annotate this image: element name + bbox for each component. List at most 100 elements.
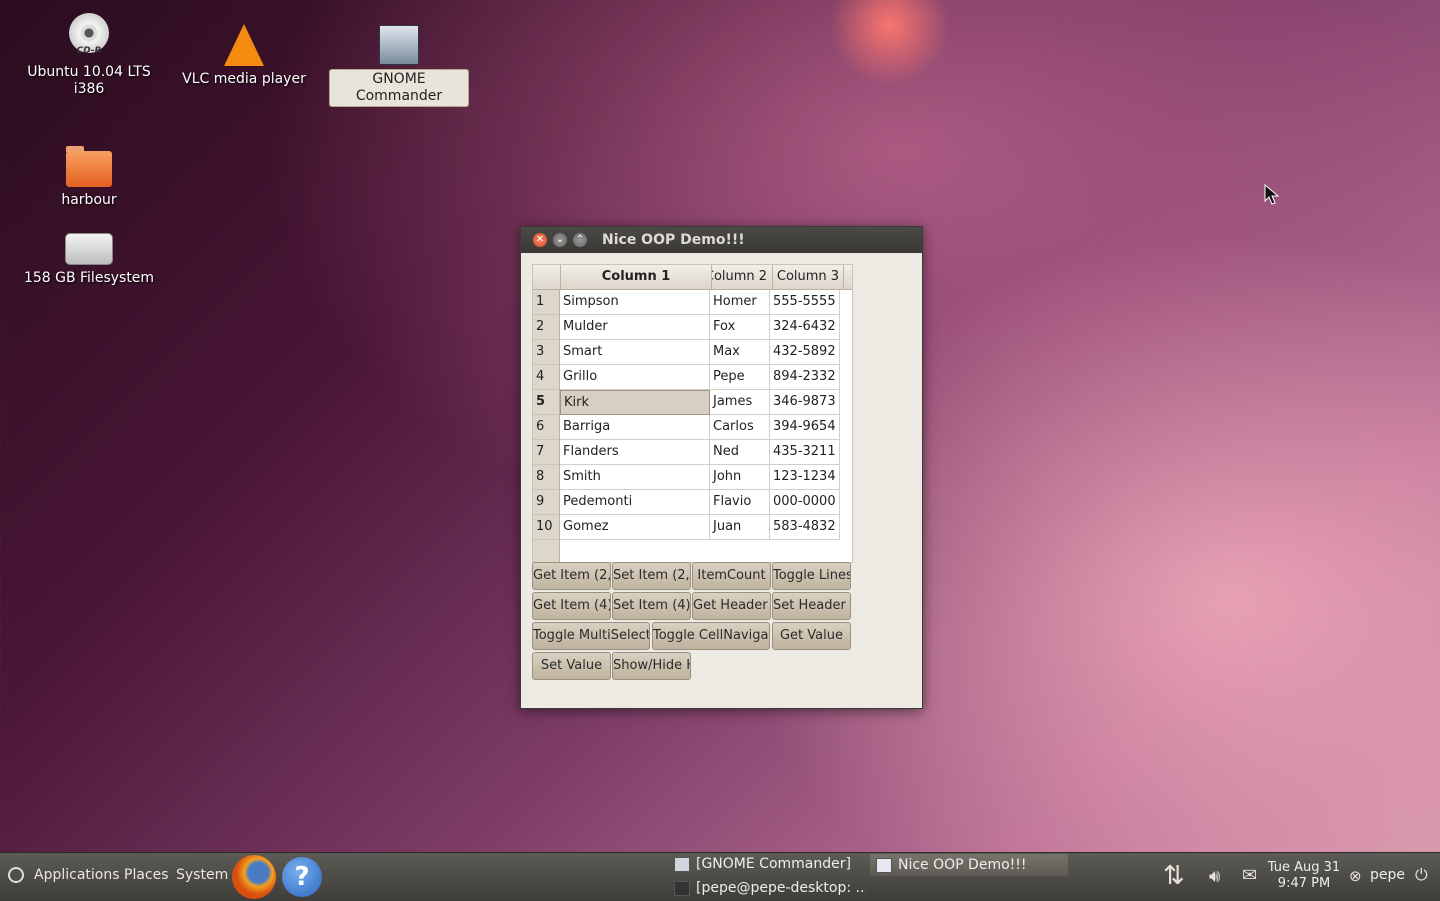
cell-column-2[interactable]: Homer (710, 290, 770, 315)
cell-column-2[interactable]: Pepe (710, 365, 770, 390)
set-value-button[interactable]: Set Value (532, 652, 611, 680)
cell-column-3[interactable]: 394-9654 (770, 415, 840, 440)
cell-column-2[interactable]: Flavio (710, 490, 770, 515)
table-row[interactable]: 9 Pedemonti Flavio 000-0000 (533, 490, 852, 515)
cell-column-3[interactable]: 123-1234 (770, 465, 840, 490)
toggle-cell-navigation-button[interactable]: Toggle CellNavigation (652, 622, 770, 650)
window-titlebar[interactable]: ✕ ⌄ ⌃ Nice OOP Demo!!! (521, 227, 922, 253)
vlc-cone-icon (224, 24, 264, 66)
cell-column-3[interactable]: 432-5892 (770, 340, 840, 365)
maximize-icon[interactable]: ⌃ (573, 233, 587, 247)
row-number: 8 (533, 465, 560, 490)
cell-column-3[interactable]: 435-3211 (770, 440, 840, 465)
cell-column-3[interactable]: 000-0000 (770, 490, 840, 515)
row-number: 5 (533, 390, 560, 415)
close-icon[interactable]: ✕ (533, 233, 547, 247)
window-title: Nice OOP Demo!!! (602, 232, 745, 248)
column-header-3[interactable]: Column 3 (773, 265, 844, 289)
cell-column-3[interactable]: 894-2332 (770, 365, 840, 390)
table-row[interactable]: 7 Flanders Ned 435-3211 (533, 440, 852, 465)
cell-column-3[interactable]: 555-5555 (770, 290, 840, 315)
menu-system[interactable]: System (176, 867, 228, 883)
user-name[interactable]: pepe (1370, 867, 1405, 883)
column-header-1[interactable]: Column 1 (561, 265, 712, 289)
firefox-icon[interactable] (232, 855, 276, 899)
column-header-2[interactable]: Column 2 (712, 265, 773, 289)
cell-column-1[interactable]: Flanders (560, 440, 710, 465)
get-value-button[interactable]: Get Value (772, 622, 851, 650)
power-icon[interactable]: ⏻ (1415, 865, 1428, 885)
cell-column-1[interactable]: Smart (560, 340, 710, 365)
show-hide-header-button[interactable]: Show/Hide Header (612, 652, 691, 680)
desktop-icon-vlc[interactable]: VLC media player (174, 24, 314, 89)
get-item-2-2-button[interactable]: Get Item (2,2 (532, 562, 611, 590)
volume-icon[interactable]: 🔊︎ (1209, 866, 1220, 887)
desktop-icon-harbour[interactable]: harbour (19, 146, 159, 210)
cell-column-1[interactable]: Pedemonti (560, 490, 710, 515)
table-row[interactable]: 8 Smith John 123-1234 (533, 465, 852, 490)
get-item-4-button[interactable]: Get Item (4) (532, 592, 611, 620)
demo-window: ✕ ⌄ ⌃ Nice OOP Demo!!! Column 1 Column 2… (520, 226, 923, 709)
set-item-2-2-button[interactable]: Set Item (2,2 (612, 562, 691, 590)
minimize-icon[interactable]: ⌄ (553, 233, 567, 247)
desktop-icon-label: Ubuntu 10.04 LTS i386 (27, 64, 151, 97)
task-nice-oop-demo[interactable]: Nice OOP Demo!!! (870, 854, 1068, 876)
cell-column-1[interactable]: Barriga (560, 415, 710, 440)
toggle-multiselect-button[interactable]: Toggle MultiSelect (532, 622, 650, 650)
cell-column-2[interactable]: Carlos (710, 415, 770, 440)
menu-places[interactable]: Places (124, 867, 169, 883)
table-row[interactable]: 3 Smart Max 432-5892 (533, 340, 852, 365)
help-icon[interactable]: ? (282, 857, 322, 897)
desktop-icon-filesystem[interactable]: 158 GB Filesystem (19, 233, 159, 288)
cell-column-2[interactable]: Max (710, 340, 770, 365)
set-item-4-button[interactable]: Set Item (4) (612, 592, 691, 620)
row-number: 4 (533, 365, 560, 390)
cell-column-2[interactable]: James (710, 390, 770, 415)
table-row[interactable]: 5 Kirk James 346-9873 (533, 390, 852, 415)
row-number: 9 (533, 490, 560, 515)
task-gnome-commander[interactable]: [GNOME Commander] (668, 853, 866, 875)
cell-column-1[interactable]: Simpson (560, 290, 710, 315)
menu-applications[interactable]: Applications (34, 867, 120, 883)
cell-column-2[interactable]: John (710, 465, 770, 490)
cell-column-1[interactable]: Gomez (560, 515, 710, 540)
cd-label: CD-R (76, 46, 102, 56)
desktop-icon-label: VLC media player (182, 71, 306, 87)
task-terminal[interactable]: [pepe@pepe-desktop: ... (668, 877, 866, 899)
cell-column-2[interactable]: Fox (710, 315, 770, 340)
table-row[interactable]: 10 Gomez Juan 583-4832 (533, 515, 852, 540)
grid-corner (533, 265, 561, 289)
cell-column-3[interactable]: 583-4832 (770, 515, 840, 540)
toggle-lines-button[interactable]: Toggle Lines (772, 562, 851, 590)
cell-column-3[interactable]: 346-9873 (770, 390, 840, 415)
cell-column-1[interactable]: Mulder (560, 315, 710, 340)
cell-column-1[interactable]: Kirk (560, 390, 710, 415)
cell-column-1[interactable]: Grillo (560, 365, 710, 390)
table-row[interactable]: 1 Simpson Homer 555-5555 (533, 290, 852, 315)
data-grid[interactable]: Column 1 Column 2 Column 3 1SimpsonHomer… (532, 264, 853, 563)
network-icon[interactable]: ⇅ (1163, 861, 1185, 891)
cell-column-1[interactable]: Smith (560, 465, 710, 490)
table-row[interactable]: 6 Barriga Carlos 394-9654 (533, 415, 852, 440)
cell-column-3[interactable]: 324-6432 (770, 315, 840, 340)
desktop-icon-gnome-commander[interactable]: GNOME Commander (329, 25, 469, 107)
cell-column-2[interactable]: Ned (710, 440, 770, 465)
gnome-commander-icon (379, 25, 419, 65)
task-label: [pepe@pepe-desktop: ... (696, 880, 866, 896)
task-label: Nice OOP Demo!!! (898, 857, 1027, 873)
mail-icon[interactable]: ✉ (1242, 865, 1257, 886)
get-header-3-button[interactable]: Get Header (3 (692, 592, 771, 620)
user-status-icon: ⊗ (1349, 867, 1362, 885)
set-header-3-button[interactable]: Set Header (3 (772, 592, 851, 620)
hard-drive-icon (65, 233, 113, 265)
desktop-icon-ubuntu-cd[interactable]: CD-R Ubuntu 10.04 LTS i386 (19, 13, 159, 99)
desktop-icon-label: GNOME Commander (329, 69, 469, 107)
item-count-button[interactable]: ItemCount (692, 562, 771, 590)
clock[interactable]: Tue Aug 31 9:47 PM (1262, 860, 1346, 892)
clock-time: 9:47 PM (1277, 876, 1331, 891)
table-row[interactable]: 4 Grillo Pepe 894-2332 (533, 365, 852, 390)
cell-column-2[interactable]: Juan (710, 515, 770, 540)
table-row[interactable]: 2 Mulder Fox 324-6432 (533, 315, 852, 340)
terminal-icon (674, 881, 690, 896)
desktop-icon-label: harbour (61, 192, 117, 208)
